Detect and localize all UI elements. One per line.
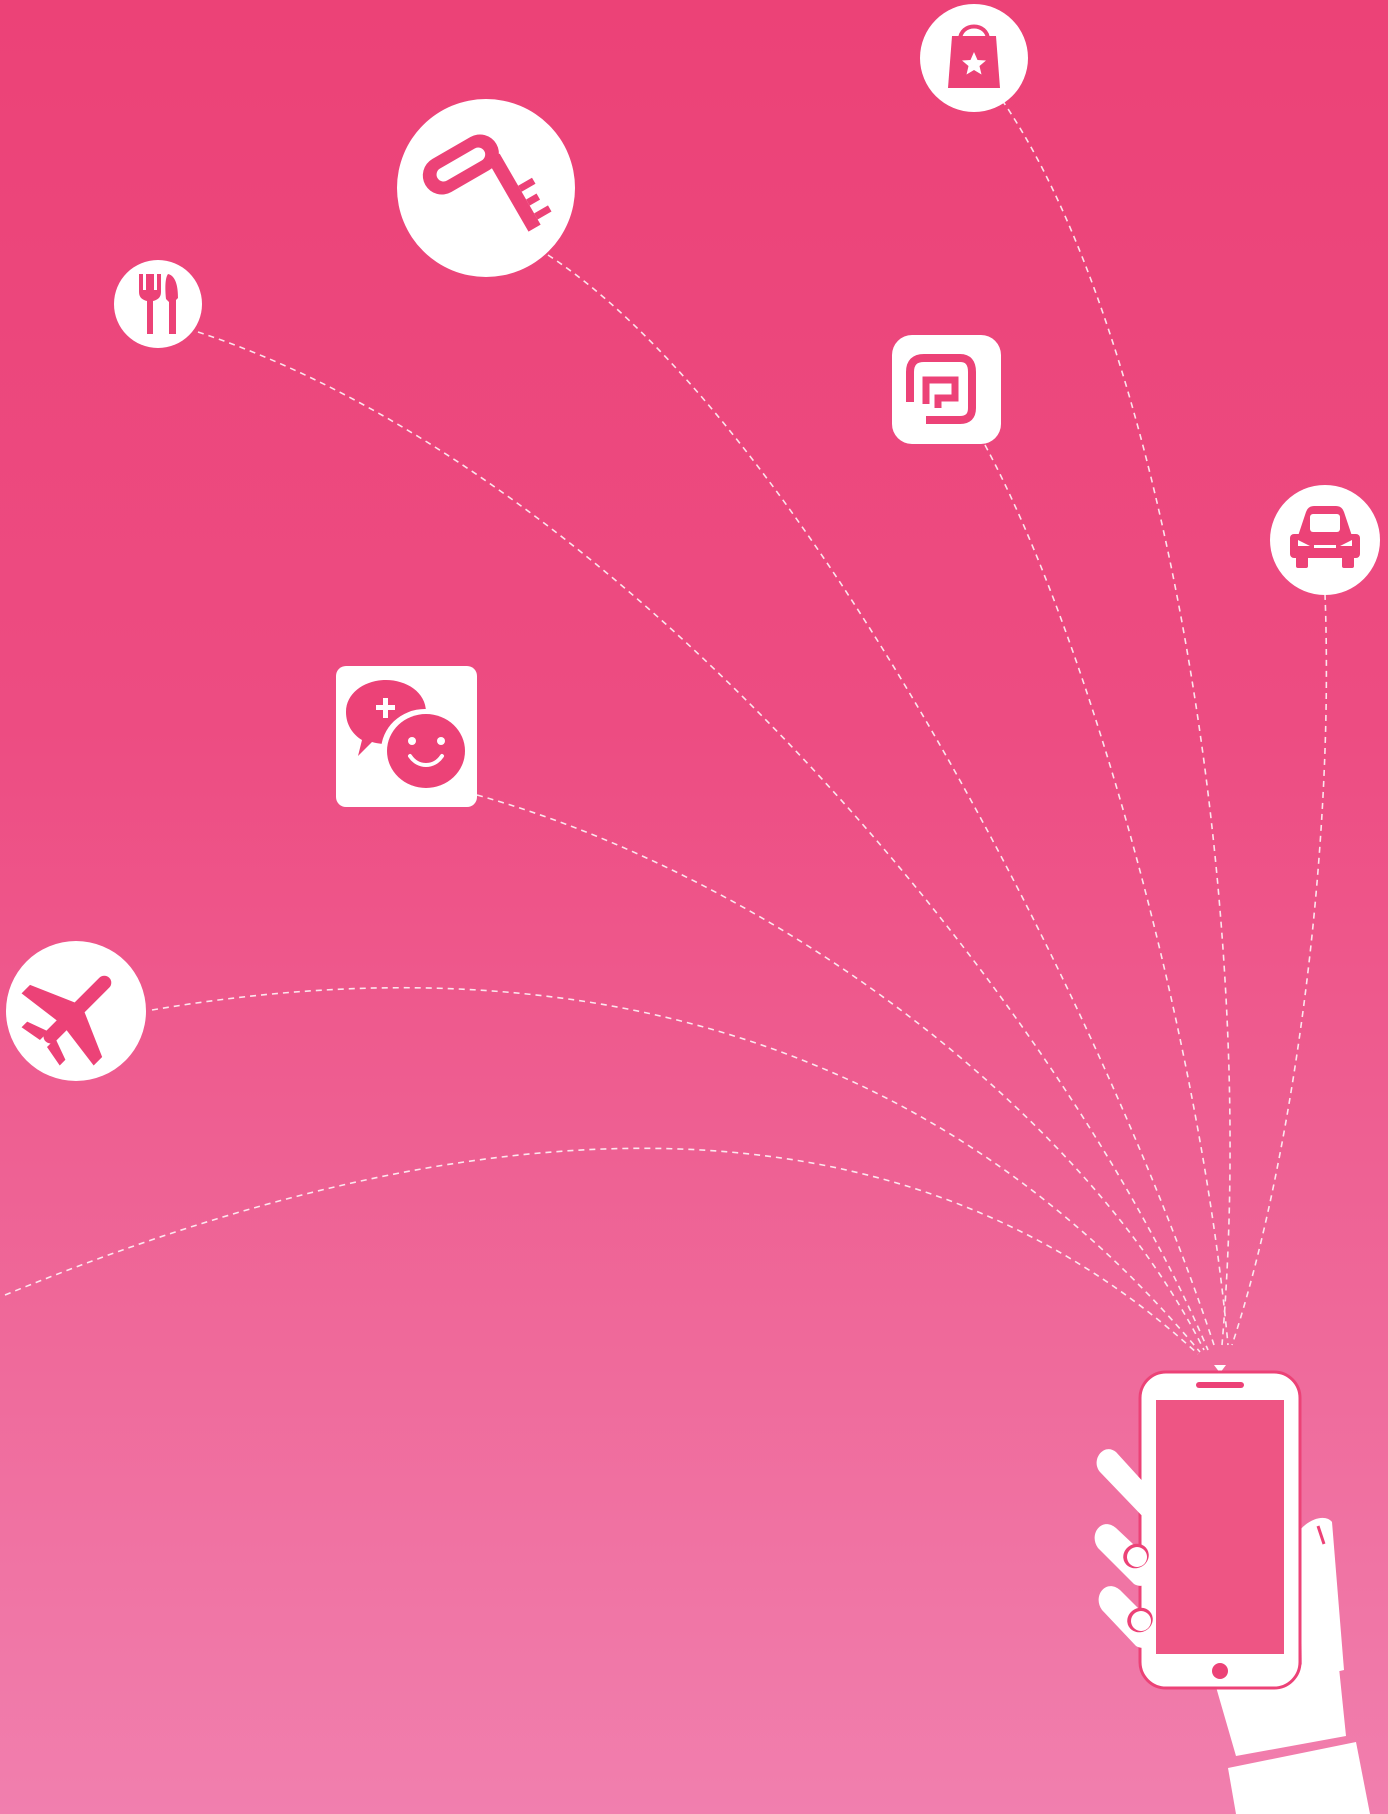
connected-services-illustration <box>4 4 1380 1814</box>
key-icon[interactable] <box>397 99 575 277</box>
line-app-logo <box>984 444 1229 1346</box>
restaurant-fork-knife-icon[interactable] <box>114 260 202 348</box>
taxi-car-icon[interactable] <box>1270 485 1380 595</box>
hand-holding-phone-icon <box>1094 1365 1370 1814</box>
shopping-bag-icon[interactable] <box>920 4 1028 112</box>
airplane-icon[interactable] <box>5 941 146 1082</box>
line-restaurant <box>197 331 1209 1351</box>
line-taxi <box>1231 593 1328 1346</box>
line-key <box>547 254 1215 1346</box>
chat-smile-icon[interactable] <box>336 666 477 807</box>
line-shopping <box>1001 99 1231 1346</box>
app-logo-icon[interactable] <box>892 335 1001 444</box>
line-chat <box>476 794 1205 1351</box>
connection-lines <box>4 99 1328 1355</box>
line-plane <box>151 986 1201 1353</box>
line-offscreen <box>4 1147 1199 1355</box>
